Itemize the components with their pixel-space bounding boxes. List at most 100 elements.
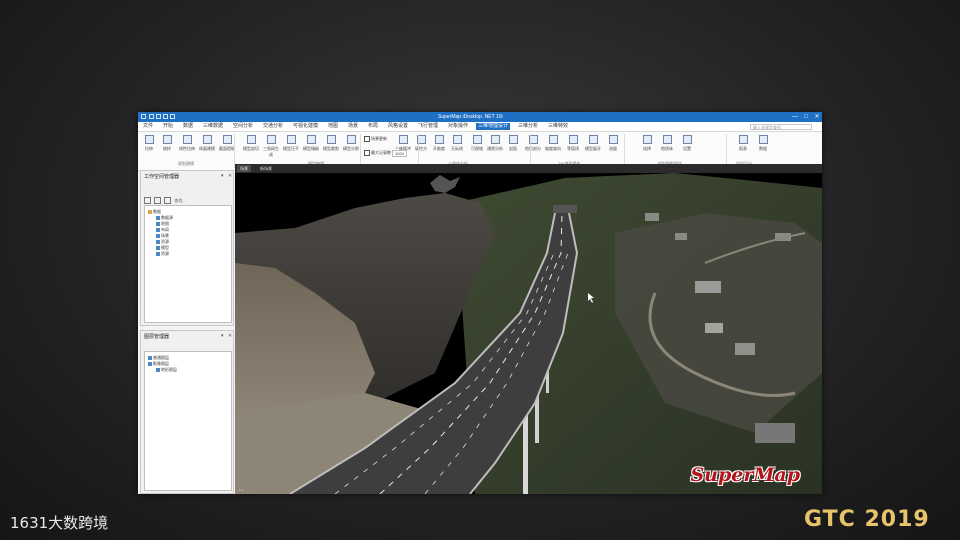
ribbon-separator — [624, 134, 625, 168]
workspace-manager-panel: 工作空间管理器 ▾ ✕ 查找... 数据 数据源 地图 布局 场景 资源 模型 资源 — [140, 170, 234, 326]
ribbon-checkbox[interactable]: 场景更新 — [364, 136, 387, 142]
search-input[interactable]: 输入关键字查找 — [750, 124, 812, 130]
save-icon[interactable] — [149, 114, 154, 119]
ribbon-button[interactable]: 可视域 — [468, 135, 486, 152]
ribbon-button-label: 地形剖分 — [525, 146, 541, 151]
menu-item[interactable]: 飞行管理 — [416, 123, 440, 130]
ribbon-button-label: 模型压平 — [283, 146, 299, 151]
ribbon-button[interactable]: 填挖方 — [412, 135, 430, 152]
ribbon-button[interactable]: 选择 — [638, 135, 656, 152]
workspace-tree: 数据 数据源 地图 布局 场景 资源 模型 资源 — [144, 205, 232, 323]
open-icon[interactable] — [144, 197, 151, 204]
redo-icon[interactable] — [163, 114, 168, 119]
tree-node-label: 模型 — [161, 245, 169, 250]
tree-search-input[interactable]: 查找... — [174, 198, 185, 203]
ribbon-button[interactable]: 设置 — [678, 135, 696, 152]
ribbon-button-label: 选择 — [643, 146, 651, 151]
ribbon-button[interactable]: 开敞度 — [430, 135, 448, 152]
tab-scene[interactable]: 场景 — [237, 165, 251, 172]
ribbon-separator — [418, 134, 419, 168]
brand-logo-left: 1631大数跨境 — [10, 514, 109, 532]
tree-node[interactable]: 资源 — [156, 251, 169, 257]
ribbon-button[interactable]: 三角网生成 — [262, 135, 280, 158]
ribbon-button[interactable]: 报表 — [734, 135, 752, 152]
close-icon[interactable]: ✕ — [228, 173, 232, 179]
minimize-button[interactable]: — — [790, 113, 800, 121]
tool-icon — [588, 135, 598, 144]
ribbon-button[interactable]: 线性拉伸 — [178, 135, 196, 152]
ribbon-button-label: 天际线 — [451, 146, 463, 151]
supermap-watermark: SuperMap — [690, 464, 800, 486]
tool-icon — [266, 135, 276, 144]
tool-icon — [472, 135, 482, 144]
status-indicator: Ln — [239, 487, 244, 492]
datasource-icon — [156, 215, 160, 220]
undo-icon[interactable] — [156, 114, 161, 119]
ribbon-button[interactable]: 模型展开 — [584, 135, 602, 152]
map-icon — [156, 221, 160, 226]
checkbox-box[interactable] — [364, 136, 370, 142]
ribbon-button[interactable]: 拉伸 — [140, 135, 158, 152]
ribbon-button[interactable]: 地形剖分 — [524, 135, 542, 152]
menu-item[interactable]: 数据 — [181, 123, 195, 130]
ribbon-button[interactable]: 模型裁剪 — [322, 135, 340, 152]
menu-item[interactable]: 三维数据 — [201, 123, 225, 130]
close-button[interactable]: ✕ — [812, 113, 822, 121]
tool-icon — [182, 135, 192, 144]
pin-icon[interactable]: ▾ — [221, 333, 224, 339]
ribbon-button[interactable]: 等值线 — [564, 135, 582, 152]
layer-icon — [156, 367, 160, 372]
search-icon[interactable] — [164, 197, 172, 204]
menu-item[interactable]: 交通分析 — [261, 123, 285, 130]
checkbox-label: 场景更新 — [371, 136, 387, 142]
maximize-button[interactable]: □ — [801, 113, 811, 121]
menu-item[interactable]: 对象操作 — [446, 123, 470, 130]
max-records-input[interactable]: 1024 — [392, 150, 407, 157]
menu-item[interactable]: 开始 — [161, 123, 175, 130]
ribbon-button[interactable]: 体量建模 — [198, 135, 216, 152]
ribbon-button[interactable]: 模型压平 — [282, 135, 300, 152]
menu-item[interactable]: 空间分析 — [231, 123, 255, 130]
menu-item[interactable]: 布局 — [366, 123, 380, 130]
ribbon-checkbox[interactable]: 最大记录数 — [364, 150, 391, 156]
ribbon-button[interactable]: 剖面 — [504, 135, 522, 152]
menu-item[interactable]: 文件 — [141, 123, 155, 130]
ribbon-button[interactable]: 数据 — [754, 135, 772, 152]
ribbon-button[interactable]: 坡度坡向 — [544, 135, 562, 152]
tab-new-scene[interactable]: 新场景 — [257, 165, 275, 172]
pin-icon[interactable]: ▾ — [221, 173, 224, 179]
menu-item[interactable]: 三维特效 — [546, 123, 570, 130]
layer-node-label: 普通图层 — [153, 355, 169, 360]
ribbon-button[interactable]: 模型分割 — [342, 135, 360, 152]
ribbon-button[interactable]: 放样 — [158, 135, 176, 152]
scene-icon — [156, 233, 160, 238]
refresh-icon[interactable] — [154, 197, 162, 204]
ribbon-button[interactable]: 天际线 — [448, 135, 466, 152]
close-icon[interactable]: ✕ — [228, 333, 232, 339]
tool-icon — [682, 135, 692, 144]
ribbon-button[interactable]: 流量 — [604, 135, 622, 152]
tool-icon — [738, 135, 748, 144]
ribbon-button-label: 等值线 — [567, 146, 579, 151]
model-icon — [156, 245, 160, 250]
menu-item[interactable]: 风格设置 — [386, 123, 410, 130]
menu-item[interactable]: 场景 — [346, 123, 360, 130]
ribbon-button[interactable]: 模型剖切 — [242, 135, 260, 152]
menu-item[interactable]: 地图 — [326, 123, 340, 130]
layer-icon — [148, 361, 152, 366]
layer-node[interactable]: 地形图层 — [156, 367, 177, 373]
ribbon-button[interactable]: 通视分析 — [486, 135, 504, 152]
menu-item[interactable]: 三维地理设计 — [476, 123, 511, 130]
checkbox-box[interactable] — [364, 150, 370, 156]
scene-viewport[interactable]: SuperMap Ln — [235, 173, 822, 494]
ribbon-button-label: 报表 — [739, 146, 747, 151]
ribbon-button-label: 模型镶嵌 — [303, 146, 319, 151]
zoom-icon[interactable] — [170, 114, 175, 119]
menu-item[interactable]: 可视化建模 — [291, 123, 320, 130]
ribbon-button[interactable]: 模型镶嵌 — [302, 135, 320, 152]
ribbon-button-label: 三角网生成 — [263, 146, 279, 157]
menu-item[interactable]: 三维分析 — [516, 123, 540, 130]
ribbon-button[interactable]: 地质体 — [658, 135, 676, 152]
layer-manager-panel: 图层管理器 ▾ ✕ 普通图层 影像图层 地形图层 — [140, 330, 234, 494]
tool-icon — [548, 135, 558, 144]
